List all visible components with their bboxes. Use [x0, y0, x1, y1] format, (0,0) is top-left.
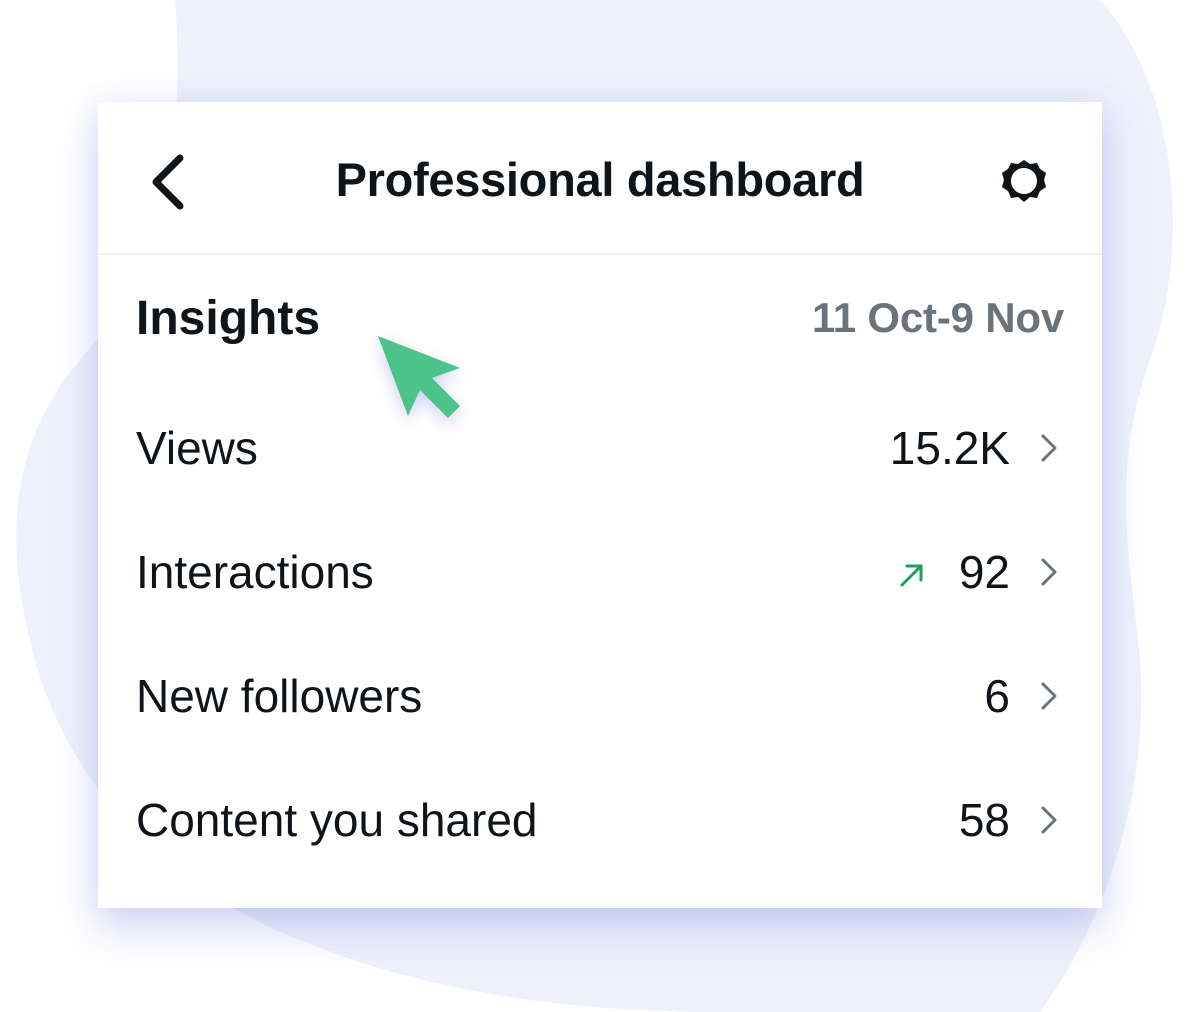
insights-title: Insights: [136, 292, 321, 345]
metric-value: 92: [958, 546, 1010, 598]
chevron-right-icon: [1041, 682, 1057, 710]
cursor-arrow-icon: [378, 336, 460, 418]
metric-label: Interactions: [136, 546, 374, 598]
metric-value: 58: [958, 794, 1010, 846]
page-title: Professional dashboard: [335, 153, 865, 206]
trend-up-icon: [900, 564, 923, 587]
metric-row-views[interactable]: Views 15.2K: [98, 383, 1102, 507]
date-range: 11 Oct-9 Nov: [811, 294, 1064, 341]
metric-label: Views: [136, 422, 258, 474]
chevron-right-icon: [1041, 434, 1057, 462]
metric-value: 6: [984, 670, 1010, 722]
header-bar: Professional dashboard: [98, 102, 1102, 255]
metric-value: 15.2K: [889, 422, 1010, 474]
insights-header: Insights 11 Oct-9 Nov: [98, 253, 1102, 373]
metric-label: Content you shared: [136, 794, 538, 846]
metric-label: New followers: [136, 670, 423, 722]
chevron-right-icon: [1041, 558, 1057, 586]
metric-row-new-followers[interactable]: New followers 6: [98, 631, 1102, 755]
chevron-right-icon: [1041, 806, 1057, 834]
metric-row-content-shared[interactable]: Content you shared 58: [98, 755, 1102, 879]
metric-row-interactions[interactable]: Interactions 92: [98, 507, 1102, 631]
dashboard-card: Professional dashboard Insights 11 Oct-9…: [98, 102, 1102, 908]
gear-icon[interactable]: [996, 154, 1052, 210]
stage: Professional dashboard Insights 11 Oct-9…: [0, 0, 1200, 1012]
